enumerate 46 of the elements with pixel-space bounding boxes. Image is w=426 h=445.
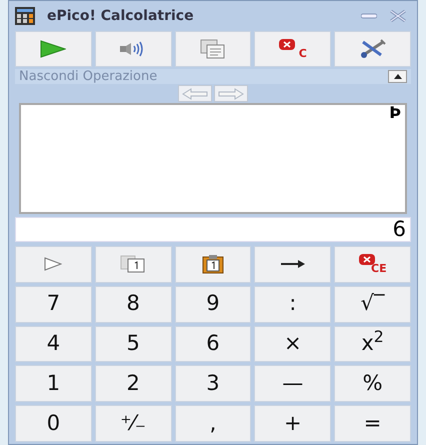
paste-icon (202, 254, 224, 274)
calculator-key[interactable]: + (254, 405, 332, 442)
window-title: ePico! Calcolatrice (47, 6, 194, 26)
previous-button[interactable] (178, 85, 212, 102)
play-icon (40, 40, 66, 58)
calculator-key[interactable]: % (334, 365, 411, 402)
calculator-key[interactable] (254, 246, 332, 283)
calculator-key[interactable]: , (174, 405, 252, 442)
play-icon (44, 257, 62, 272)
calculator-key[interactable]: — (254, 365, 332, 402)
calculator-key[interactable]: x$^{2}$ (334, 326, 411, 362)
calculator-key[interactable]: 6 (174, 326, 252, 362)
calculator-key[interactable]: 0 (15, 405, 92, 442)
toolbar-button[interactable]: C (254, 31, 332, 67)
calculator-key[interactable]: 4 (15, 326, 92, 362)
calculator-key[interactable]: 1 (15, 365, 92, 402)
toolbar-button[interactable] (334, 31, 411, 67)
calculator-key[interactable]: : (254, 286, 332, 323)
caret-icon (394, 74, 402, 79)
calculator-key[interactable]: ⁺⁄₋ (94, 405, 172, 442)
copy-icon (120, 255, 146, 274)
calculator-key[interactable]: CE (334, 246, 411, 283)
arrow-right-icon (280, 259, 306, 270)
toolbar-button[interactable] (94, 31, 172, 67)
calculator-key[interactable] (174, 246, 252, 283)
calculator-icon (15, 7, 35, 25)
calculator-key[interactable]: 3 (174, 365, 252, 402)
calculator-key[interactable]: 8 (94, 286, 172, 323)
calculator-key[interactable]: × (254, 326, 332, 362)
minimize-icon[interactable] (361, 13, 377, 19)
calculator-key[interactable]: √‾ (334, 286, 411, 323)
display-value: 6 (392, 219, 406, 240)
calculator-key[interactable]: 5 (94, 326, 172, 362)
tools-icon (358, 39, 387, 59)
next-button[interactable] (214, 85, 248, 102)
toolbar-button[interactable] (15, 31, 92, 67)
tape-text: Þ (389, 105, 401, 121)
panel-title: Nascondi Operazione (19, 70, 158, 83)
calculator-key[interactable]: 9 (174, 286, 252, 323)
calculator-key[interactable]: 2 (94, 365, 172, 402)
toolbar-button[interactable] (174, 31, 252, 67)
close-icon[interactable] (389, 10, 407, 22)
copy-icon (200, 39, 226, 59)
calculator-key[interactable]: = (334, 405, 411, 442)
calculator-key[interactable]: 7 (15, 286, 92, 323)
collapse-button[interactable] (388, 70, 407, 83)
